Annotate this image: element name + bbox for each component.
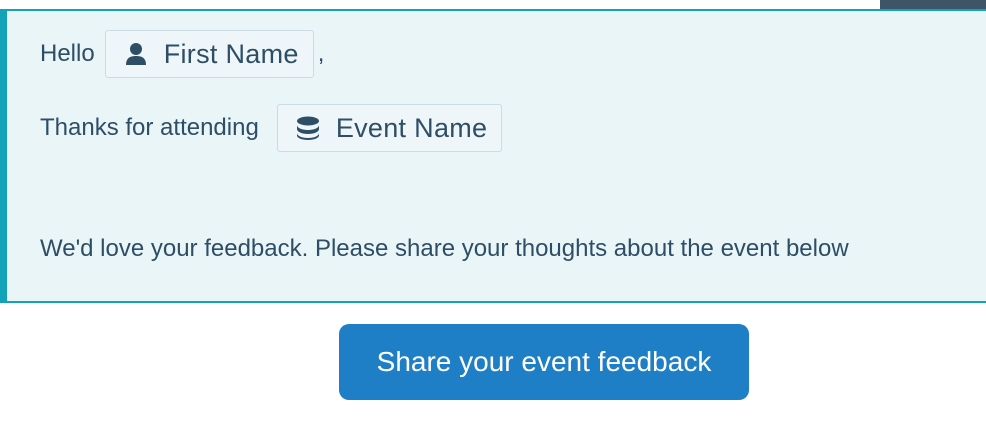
user-icon bbox=[124, 42, 148, 66]
database-icon bbox=[296, 116, 320, 140]
feedback-text: We'd love your feedback. Please share yo… bbox=[40, 235, 849, 262]
first-name-token-label: First Name bbox=[163, 38, 299, 69]
top-right-tab bbox=[880, 0, 986, 9]
share-feedback-button[interactable]: Share your event feedback bbox=[339, 324, 749, 400]
greeting-line: Hello First Name , bbox=[40, 29, 324, 79]
event-name-token[interactable]: Event Name bbox=[276, 104, 503, 152]
email-body-panel: Hello First Name , Thanks for attending bbox=[0, 9, 986, 303]
comma-text: , bbox=[317, 40, 325, 67]
first-name-token[interactable]: First Name bbox=[104, 30, 314, 78]
thanks-text: Thanks for attending bbox=[40, 114, 259, 141]
event-name-token-label: Event Name bbox=[335, 112, 488, 143]
thanks-line: Thanks for attending Event Name bbox=[40, 103, 503, 153]
feedback-line: We'd love your feedback. Please share yo… bbox=[40, 229, 849, 269]
greeting-text: Hello bbox=[40, 40, 95, 67]
